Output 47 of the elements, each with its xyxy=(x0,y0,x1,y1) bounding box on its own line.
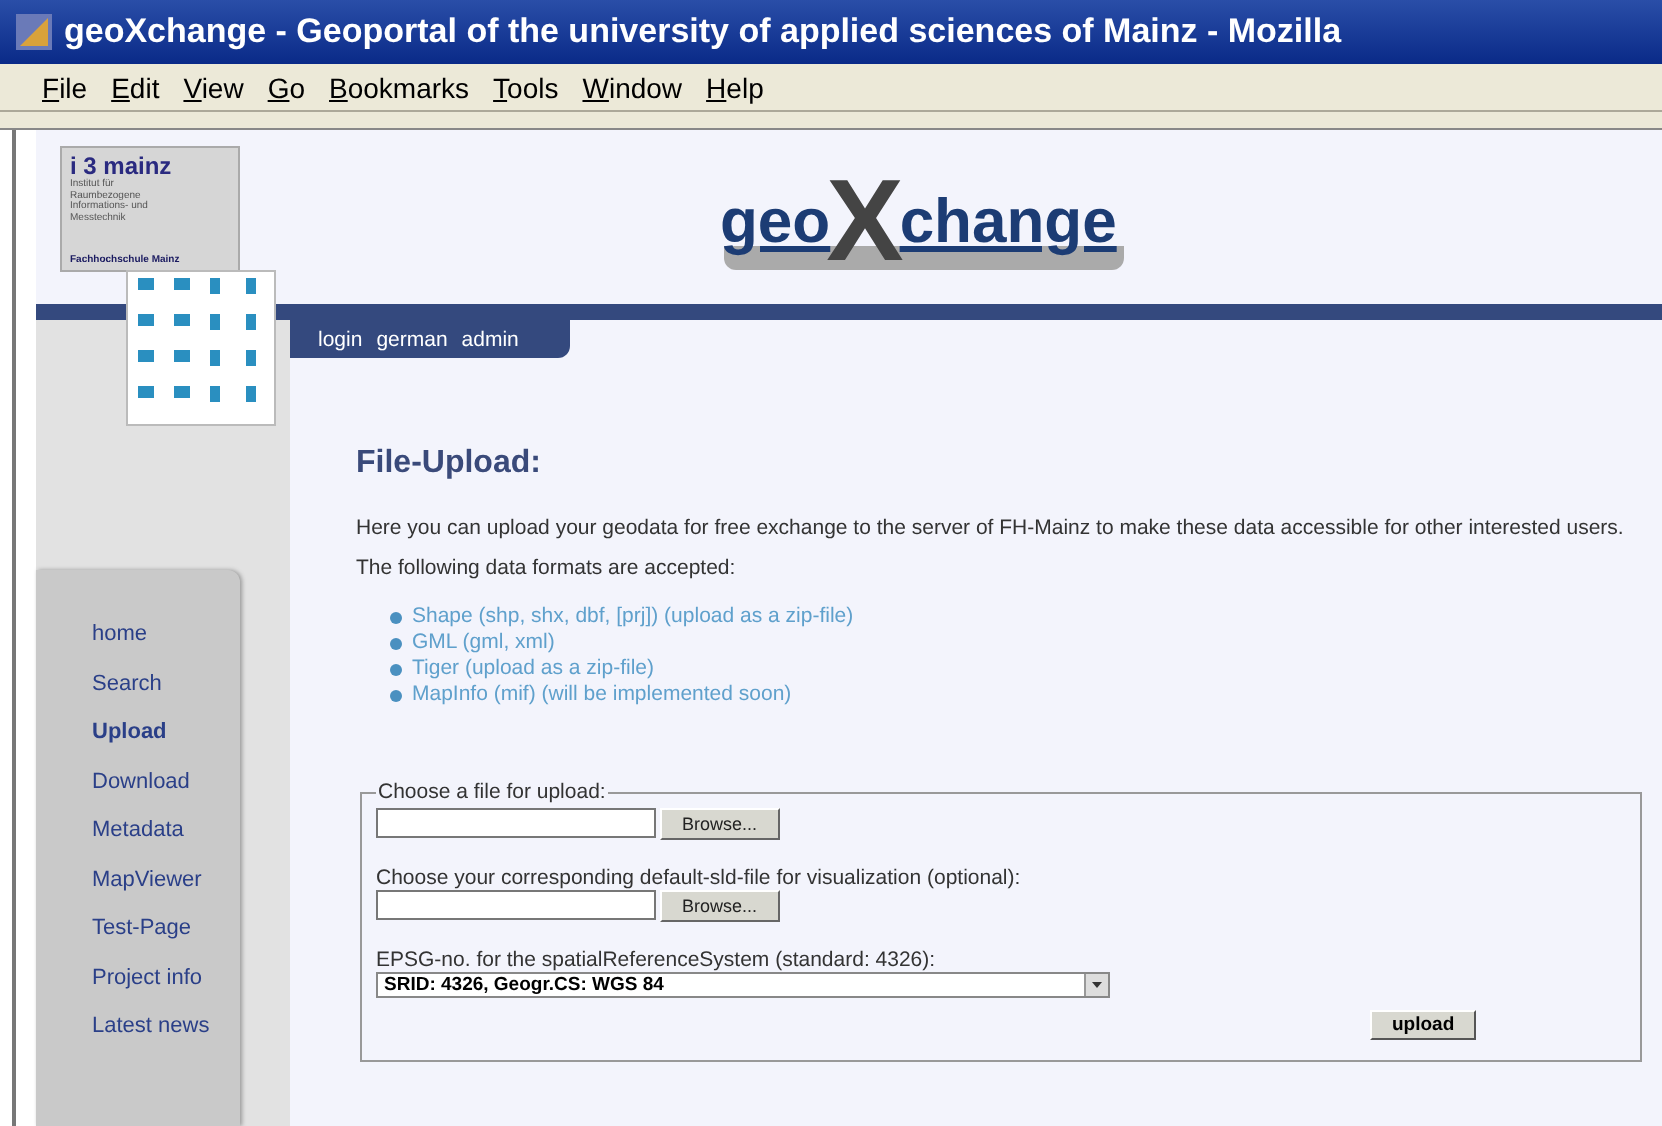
menu-item[interactable]: Bookmarks xyxy=(319,71,480,103)
sidebar-link[interactable]: MapViewer xyxy=(92,863,240,896)
menu-item[interactable]: Go xyxy=(257,71,316,103)
logo-name: i 3 mainz xyxy=(70,152,174,180)
format-item: GML (gml, xml) xyxy=(412,630,555,656)
upload-button[interactable]: upload xyxy=(1370,1010,1477,1040)
format-item: Shape (shp, shx, dbf, [prj]) (upload as a zip-file) xyxy=(412,604,854,630)
brand-link[interactable]: change xyxy=(899,186,1117,258)
sidebar-link[interactable]: Search xyxy=(92,667,240,700)
sidebar-link[interactable]: Upload xyxy=(92,716,240,749)
formats-label: The following data formats are accepted: xyxy=(356,556,738,580)
file-input-field[interactable] xyxy=(376,808,656,838)
brand-link[interactable]: geo xyxy=(720,186,831,258)
bullet-icon xyxy=(390,689,402,701)
menu-item[interactable]: Help xyxy=(696,71,774,103)
window-title: geoXchange - Geoportal of the university of applied sciences of Mainz - Mozilla xyxy=(64,12,1342,52)
page-title: File-Upload: xyxy=(356,446,543,482)
sidebar-link[interactable]: Metadata xyxy=(92,814,240,847)
sidebar-link[interactable]: home xyxy=(92,618,240,651)
sidebar-link[interactable]: Test-Page xyxy=(92,912,240,945)
format-item: Tiger (upload as a zip-file) xyxy=(412,656,654,682)
sidebar-link[interactable]: Project info xyxy=(92,961,240,994)
menu-item[interactable]: Edit xyxy=(101,71,170,103)
sld-label: Choose your corresponding default-sld-file for visualization (optional): xyxy=(376,866,1023,890)
browse-button[interactable]: Browse... xyxy=(660,890,780,922)
format-item: MapInfo (mif) (will be implemented soon) xyxy=(412,682,792,708)
intro-text: Here you can upload your geodata for free exchange to the server of FH-Mainz to make these data accessible for other interested users. xyxy=(356,516,1626,540)
browse-button[interactable]: Browse... xyxy=(660,808,780,840)
menu-item[interactable]: Window xyxy=(572,71,693,103)
form-legend: Choose a file for upload: xyxy=(376,780,608,804)
epsg-select[interactable]: SRID: 4326, Geogr.CS: WGS 84 xyxy=(376,972,1110,998)
top-link[interactable]: german xyxy=(376,327,448,351)
menu-item[interactable]: View xyxy=(173,71,254,103)
bullet-icon xyxy=(390,611,402,623)
menu-item[interactable]: Tools xyxy=(483,71,569,103)
sidebar-link[interactable]: Latest news xyxy=(92,1010,240,1043)
sld-file-input-field[interactable] xyxy=(376,890,656,920)
browser-app-icon xyxy=(16,14,52,50)
top-link[interactable]: login xyxy=(318,327,363,351)
brand-letter: X xyxy=(826,174,904,270)
top-link[interactable]: admin xyxy=(461,327,519,351)
menu-item[interactable]: File xyxy=(32,71,98,103)
caret-icon xyxy=(1092,982,1102,988)
bullet-icon xyxy=(390,663,402,675)
bullet-icon xyxy=(390,637,402,649)
epsg-label: EPSG-no. for the spatialReferenceSystem (standard: 4326): xyxy=(376,948,938,972)
sidebar-link[interactable]: Download xyxy=(92,765,240,798)
